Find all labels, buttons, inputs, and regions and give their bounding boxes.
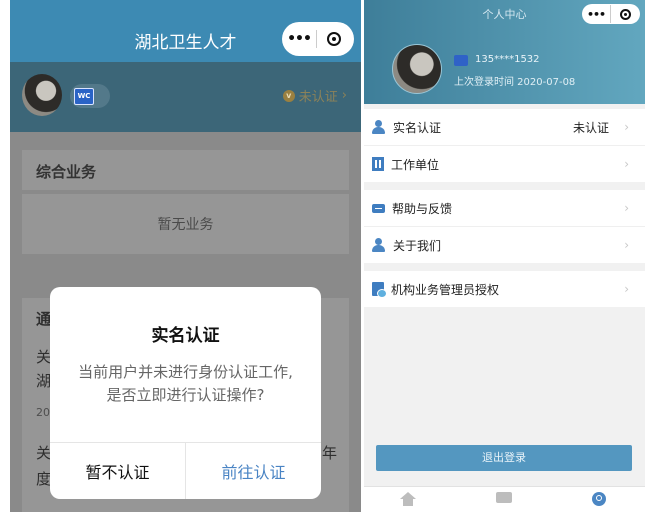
building-icon (372, 157, 384, 171)
chevron-right-icon: › (624, 282, 629, 296)
chat-icon (372, 203, 385, 213)
notice-title-fragment: 通 (36, 310, 52, 328)
notice-row1-fragment: 关 (36, 348, 52, 366)
dialog-title: 实名认证 (151, 326, 220, 346)
menu-item-real-name[interactable]: 实名认证 未认证 › (364, 109, 645, 146)
person-icon (372, 120, 386, 134)
menu-item-value: 未认证 (572, 120, 609, 135)
business-card-body: 暂无业务 (22, 194, 349, 254)
skip-verification-button[interactable]: 暂不认证 (50, 443, 186, 499)
home-icon[interactable] (400, 492, 416, 506)
menu-item-admin-authorization[interactable]: 机构业务管理员授权 › (364, 271, 645, 307)
v-icon: v (282, 89, 295, 102)
last-login-text: 上次登录时间 2020-07-08 (454, 77, 576, 88)
notice-row1b-fragment: 湖 (36, 372, 52, 390)
id-card-icon (454, 55, 468, 66)
profile-header: 个人中心 ••• 135****1532 上次登录时间 2020-07-08 (364, 0, 645, 104)
menu-item-label: 帮助与反馈 (392, 201, 453, 216)
tab-bar (364, 486, 645, 512)
target-icon[interactable] (611, 8, 639, 20)
menu-item-label: 关于我们 (393, 238, 442, 253)
logout-button[interactable]: 退出登录 (376, 445, 632, 471)
chevron-right-icon: › (624, 201, 629, 215)
doc-auth-icon (372, 282, 387, 298)
menu-item-label: 机构业务管理员授权 (391, 282, 500, 297)
person-icon (372, 238, 386, 252)
notice-date-fragment: 20 (36, 406, 50, 419)
more-dots-icon[interactable]: ••• (282, 31, 316, 47)
menu-item-label: 工作单位 (391, 157, 440, 172)
chevron-right-icon: › (341, 88, 347, 103)
menu-item-work-unit[interactable]: 工作单位 › (364, 146, 645, 182)
real-name-dialog: 实名认证 当前用户并未进行身份认证工作, 是否立即进行认证操作? 暂不认证 前往… (50, 287, 321, 499)
menu-item-help-feedback[interactable]: 帮助与反馈 › (364, 190, 645, 227)
more-dots-icon[interactable]: ••• (582, 8, 610, 21)
chevron-right-icon: › (624, 120, 629, 134)
menu-group-admin: 机构业务管理员授权 › (364, 271, 645, 307)
business-card-header: 综合业务 (22, 150, 349, 190)
profile-strip: WC v 未认证 › (10, 62, 361, 132)
left-screen: 湖北卫生人才 ••• WC v 未认证 › 综合业务 暂无业务 通 关 湖 20… (10, 0, 361, 512)
menu-item-label: 实名认证 (393, 120, 442, 135)
right-screen: 个人中心 ••• 135****1532 上次登录时间 2020-07-08 实… (364, 0, 645, 512)
nav-bar: 湖北卫生人才 ••• (10, 0, 361, 62)
menu-group-support: 帮助与反馈 › 关于我们 › (364, 190, 645, 263)
dialog-message-line2: 是否立即进行认证操作? (106, 386, 265, 404)
business-card-title: 综合业务 (36, 163, 97, 181)
dialog-message-line1: 当前用户并未进行身份认证工作, (78, 363, 293, 381)
cert-status-link[interactable]: v 未认证 › (282, 86, 347, 105)
go-verify-button[interactable]: 前往认证 (186, 443, 321, 499)
target-icon[interactable] (317, 32, 351, 46)
menu-group-account: 实名认证 未认证 › 工作单位 › (364, 109, 645, 182)
miniprogram-capsule: ••• (282, 22, 354, 56)
phone-number: 135****1532 (475, 54, 540, 65)
wc-badge-icon: WC (74, 88, 94, 105)
avatar[interactable] (392, 44, 442, 94)
empty-business-text: 暂无业务 (157, 217, 214, 233)
notice-row2-tail-fragment: 年 (322, 444, 338, 462)
dialog-message: 当前用户并未进行身份认证工作, 是否立即进行认证操作? (50, 361, 321, 407)
dialog-buttons: 暂不认证 前往认证 (50, 442, 321, 499)
notice-row2b-fragment: 度 (36, 470, 52, 488)
avatar[interactable] (22, 74, 62, 116)
chevron-right-icon: › (624, 238, 629, 252)
profile-icon[interactable] (592, 492, 606, 506)
cert-status-text: 未认证 (298, 90, 338, 105)
wc-badge-pill: WC (70, 84, 110, 108)
notice-row2-fragment: 关 (36, 444, 52, 462)
menu-item-about-us[interactable]: 关于我们 › (364, 227, 645, 263)
miniprogram-capsule: ••• (582, 4, 640, 24)
chevron-right-icon: › (624, 157, 629, 171)
message-icon[interactable] (496, 492, 512, 503)
